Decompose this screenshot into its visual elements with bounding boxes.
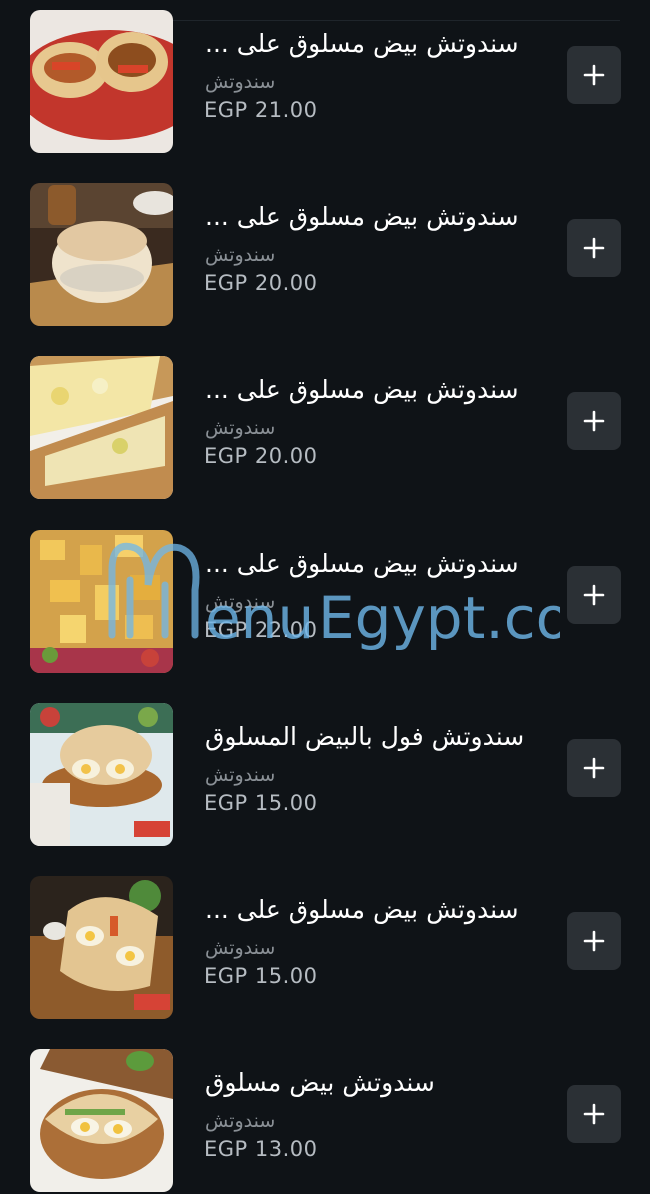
item-photo <box>30 530 173 673</box>
item-price: EGP 20.00 <box>204 444 318 468</box>
item-name: سندوتش بيض مسلوق على ... <box>205 375 519 404</box>
item-image[interactable] <box>30 10 173 153</box>
add-to-cart-button[interactable] <box>567 46 621 104</box>
menu-item[interactable]: سندوتش بيض مسلوق على ... سندوتش EGP 20.0… <box>0 356 650 501</box>
item-image[interactable] <box>30 356 173 499</box>
item-photo <box>30 10 173 153</box>
item-name: سندوتش بيض مسلوق على ... <box>205 29 519 58</box>
item-name: سندوتش بيض مسلوق على ... <box>205 202 519 231</box>
add-to-cart-button[interactable] <box>567 1085 621 1143</box>
item-category: سندوتش <box>205 417 276 439</box>
item-image[interactable] <box>30 703 173 846</box>
plus-icon <box>583 64 605 86</box>
plus-icon <box>583 584 605 606</box>
item-image[interactable] <box>30 183 173 326</box>
item-image[interactable] <box>30 530 173 673</box>
plus-icon <box>583 930 605 952</box>
item-price: EGP 22.00 <box>204 618 318 642</box>
item-image[interactable] <box>30 876 173 1019</box>
menu-item[interactable]: سندوتش بيض مسلوق على ... سندوتش EGP 22.0… <box>0 530 650 675</box>
item-price: EGP 20.00 <box>204 271 318 295</box>
add-to-cart-button[interactable] <box>567 739 621 797</box>
item-name: سندوتش بيض مسلوق على ... <box>205 895 519 924</box>
add-to-cart-button[interactable] <box>567 392 621 450</box>
item-price: EGP 21.00 <box>204 98 318 122</box>
plus-icon <box>583 1103 605 1125</box>
menu-item[interactable]: سندوتش بيض مسلوق على ... سندوتش EGP 21.0… <box>0 10 650 155</box>
menu-item[interactable]: سندوتش بيض مسلوق على ... سندوتش EGP 20.0… <box>0 183 650 328</box>
item-category: سندوتش <box>205 244 276 266</box>
item-name: سندوتش بيض مسلوق على ... <box>205 549 519 578</box>
add-to-cart-button[interactable] <box>567 912 621 970</box>
item-photo <box>30 1049 173 1192</box>
plus-icon <box>583 237 605 259</box>
plus-icon <box>583 757 605 779</box>
item-category: سندوتش <box>205 591 276 613</box>
item-price: EGP 15.00 <box>204 964 318 988</box>
menu-item[interactable]: سندوتش بيض مسلوق على ... سندوتش EGP 15.0… <box>0 876 650 1021</box>
item-price: EGP 15.00 <box>204 791 318 815</box>
item-category: سندوتش <box>205 937 276 959</box>
add-to-cart-button[interactable] <box>567 219 621 277</box>
item-category: سندوتش <box>205 1110 276 1132</box>
menu-item[interactable]: سندوتش فول بالبيض المسلوق سندوتش EGP 15.… <box>0 703 650 848</box>
item-photo <box>30 876 173 1019</box>
add-to-cart-button[interactable] <box>567 566 621 624</box>
item-price: EGP 13.00 <box>204 1137 318 1161</box>
item-name: سندوتش فول بالبيض المسلوق <box>205 722 525 751</box>
item-photo <box>30 356 173 499</box>
plus-icon <box>583 410 605 432</box>
item-category: سندوتش <box>205 71 276 93</box>
item-category: سندوتش <box>205 764 276 786</box>
item-image[interactable] <box>30 1049 173 1192</box>
menu-item[interactable]: سندوتش بيض مسلوق سندوتش EGP 13.00 <box>0 1049 650 1194</box>
item-photo <box>30 703 173 846</box>
item-name: سندوتش بيض مسلوق <box>205 1068 435 1097</box>
item-photo <box>30 183 173 326</box>
